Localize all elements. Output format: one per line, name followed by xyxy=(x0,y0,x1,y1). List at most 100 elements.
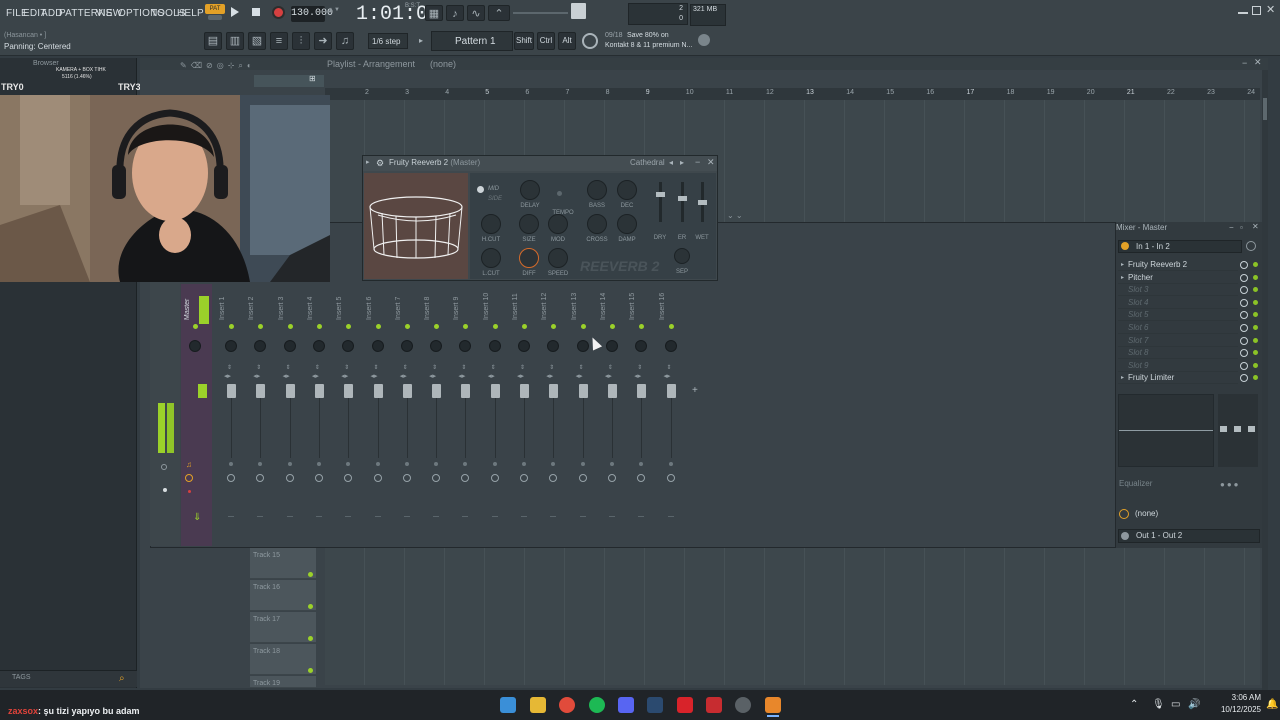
insert-stereo-icon[interactable]: ◂▸ xyxy=(224,372,231,380)
insert-mute-led[interactable] xyxy=(404,324,410,329)
insert-volume-fader[interactable] xyxy=(402,384,412,398)
ruler-number[interactable]: 12 xyxy=(766,89,774,96)
ruler-number[interactable]: 16 xyxy=(926,89,934,96)
track-18-label[interactable]: Track 18 xyxy=(250,644,316,675)
insert-send-icon[interactable] xyxy=(490,474,499,482)
discord-icon[interactable] xyxy=(618,697,634,713)
insert-stereo-icon[interactable]: ◂▸ xyxy=(488,372,495,380)
insert-arm-icon[interactable] xyxy=(228,516,234,519)
effect-slot[interactable]: Fruity Reeverb 2 xyxy=(1118,259,1238,271)
insert-route-led[interactable] xyxy=(316,462,321,466)
insert-send-icon[interactable] xyxy=(578,474,587,482)
insert-route-led[interactable] xyxy=(609,462,614,466)
effect-slot[interactable]: Slot 4 xyxy=(1118,297,1238,309)
insert-mute-led[interactable] xyxy=(668,324,674,329)
ruler-number[interactable]: 14 xyxy=(846,89,854,96)
mid-side-toggle[interactable] xyxy=(477,186,484,193)
insert-swap-icon[interactable]: ⇕ xyxy=(374,364,379,371)
spotify-icon[interactable] xyxy=(589,697,605,713)
ruler-number[interactable]: 2 xyxy=(365,89,369,96)
insert-stereo-icon[interactable]: ◂▸ xyxy=(429,372,436,380)
ruler-number[interactable]: 7 xyxy=(566,89,570,96)
insert-mute-led[interactable] xyxy=(229,324,234,329)
insert-volume-fader[interactable] xyxy=(227,384,236,398)
tool-6-button[interactable]: ➜ xyxy=(314,32,332,50)
insert-pan-knob[interactable] xyxy=(283,340,296,352)
eq-mid-slider[interactable] xyxy=(1234,426,1241,432)
insert-route-led[interactable] xyxy=(668,462,673,466)
insert-mute-led[interactable] xyxy=(492,324,498,329)
playlist-tools-icon[interactable]: ✎⌫⊘◎⊹⌕◐ xyxy=(180,61,256,71)
insert-mute-led[interactable] xyxy=(522,324,527,329)
insert-pan-knob[interactable] xyxy=(664,340,677,352)
reverb-lcut-knob[interactable] xyxy=(481,248,501,268)
insert-stereo-icon[interactable]: ◂▸ xyxy=(253,372,260,380)
master-send-icon[interactable] xyxy=(185,474,193,482)
track-18-mute-led[interactable] xyxy=(308,668,313,673)
eq-low-slider[interactable] xyxy=(1220,426,1227,432)
tray-chevron-icon[interactable]: ⌃ xyxy=(1130,699,1138,710)
tool-1-button[interactable]: ▤ xyxy=(204,32,222,50)
tempo-arrows-icon[interactable]: ▲▼ xyxy=(328,7,340,19)
slot-arrow-icon[interactable]: ▸ xyxy=(1121,261,1124,268)
news-line-2[interactable]: Kontakt 8 & 11 premium N... xyxy=(605,42,692,49)
insert-volume-fader[interactable] xyxy=(607,384,617,398)
insert-arm-icon[interactable] xyxy=(550,516,557,519)
insert-arm-icon[interactable] xyxy=(579,516,586,519)
volume-tray-icon[interactable]: 🔊 xyxy=(1188,699,1200,710)
master-route-icon[interactable]: ♫ xyxy=(186,460,192,469)
insert-stereo-icon[interactable]: ◂▸ xyxy=(312,372,319,380)
ruler-number[interactable]: 19 xyxy=(1047,89,1055,96)
slot-arrow-icon[interactable]: ▸ xyxy=(1121,274,1124,281)
minimize-icon[interactable] xyxy=(1238,6,1248,14)
insert-pan-knob[interactable] xyxy=(371,340,384,352)
insert-stereo-icon[interactable]: ◂▸ xyxy=(634,372,641,380)
effect-slot[interactable]: Pitcher xyxy=(1118,272,1238,284)
track-15-mute-led[interactable] xyxy=(308,572,313,577)
reverb-dry-slider[interactable] xyxy=(656,192,665,197)
insert-route-led[interactable] xyxy=(229,462,233,466)
insert-stereo-icon[interactable]: ◂▸ xyxy=(341,372,348,380)
reverb-damp-knob[interactable] xyxy=(617,214,637,234)
insert-mute-led[interactable] xyxy=(580,324,586,329)
ruler-number[interactable]: 15 xyxy=(886,89,894,96)
tool-5-button[interactable]: ⫶ xyxy=(292,32,310,50)
eq-knobs-icon[interactable]: ●●● xyxy=(1220,480,1256,500)
reverb-size-knob[interactable] xyxy=(519,214,539,234)
slot-enable-led[interactable] xyxy=(1253,325,1258,330)
insert-mute-led[interactable] xyxy=(609,324,615,329)
insert-volume-fader[interactable] xyxy=(285,384,295,398)
insert-send-icon[interactable] xyxy=(666,474,675,482)
app-gear-icon[interactable] xyxy=(735,697,751,713)
insert-send-icon[interactable] xyxy=(607,474,616,482)
insert-volume-fader[interactable] xyxy=(578,384,588,398)
playlist-scroll-thumb[interactable] xyxy=(1263,98,1267,120)
reverb-gear-icon[interactable]: ⚙ xyxy=(376,158,384,169)
tool-2-button[interactable]: ▥ xyxy=(226,32,244,50)
pattern-selector[interactable]: Pattern 1 xyxy=(431,31,513,51)
slot-mix-icon[interactable] xyxy=(1240,361,1248,370)
output-selector[interactable]: Out 1 - Out 2 xyxy=(1118,529,1260,543)
insert-arm-icon[interactable] xyxy=(608,516,615,519)
menu-help[interactable]: HELP xyxy=(177,8,204,19)
step-edit-button[interactable]: ♪ xyxy=(446,5,464,21)
insert-pan-knob[interactable] xyxy=(225,340,237,352)
app-stripes-icon[interactable] xyxy=(706,697,722,713)
preset-next-icon[interactable]: ▸ xyxy=(680,158,684,167)
insert-arm-icon[interactable] xyxy=(638,516,645,519)
slot-enable-led[interactable] xyxy=(1253,337,1258,343)
ruler-number[interactable]: 24 xyxy=(1247,89,1255,96)
wait-input-button[interactable]: ∿ xyxy=(467,5,485,21)
insert-route-led[interactable] xyxy=(375,462,380,466)
preset-prev-icon[interactable]: ◂ xyxy=(669,158,673,167)
slot-arrow-icon[interactable]: ▸ xyxy=(1121,374,1124,381)
insert-swap-icon[interactable]: ⇕ xyxy=(256,364,261,371)
ruler-number[interactable]: 3 xyxy=(405,89,409,96)
insert-swap-icon[interactable]: ⇕ xyxy=(344,364,349,371)
slot-enable-led[interactable] xyxy=(1253,262,1258,267)
tempo-display[interactable]: 130.000 xyxy=(291,6,333,22)
insert-pan-knob[interactable] xyxy=(488,340,501,352)
reverb-wet-slider[interactable] xyxy=(698,200,707,205)
insert-pan-knob[interactable] xyxy=(518,340,530,352)
insert-volume-fader[interactable] xyxy=(666,384,676,398)
